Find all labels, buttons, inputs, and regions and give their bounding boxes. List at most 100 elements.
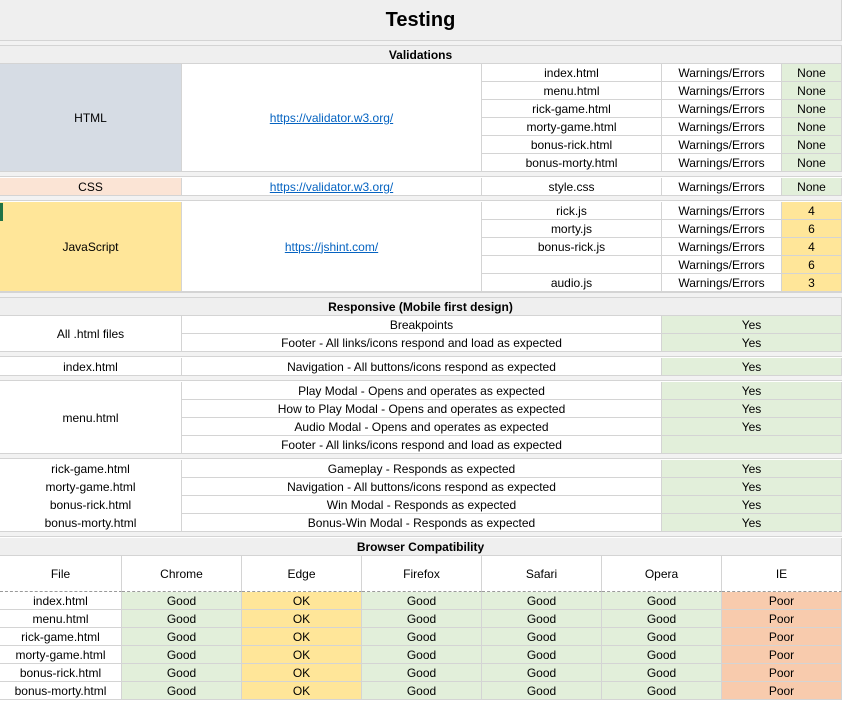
browser-result[interactable]: Poor (722, 646, 842, 664)
responsive-result[interactable]: Yes (662, 382, 842, 400)
browser-result[interactable]: Poor (722, 628, 842, 646)
responsive-test[interactable]: Gameplay - Responds as expected (182, 460, 662, 478)
browser-result[interactable]: Good (602, 646, 722, 664)
browser-result[interactable]: Good (602, 610, 722, 628)
validation-type[interactable]: Warnings/Errors (662, 202, 782, 220)
responsive-files[interactable]: index.html (0, 358, 182, 376)
browser-result[interactable]: Good (362, 610, 482, 628)
validations-header[interactable]: Validations (0, 46, 842, 64)
validator-link[interactable]: https://jshint.com/ (182, 202, 482, 292)
browser-result[interactable]: Good (482, 592, 602, 610)
responsive-test[interactable]: Bonus-Win Modal - Responds as expected (182, 514, 662, 532)
browser-result[interactable]: Good (602, 628, 722, 646)
browser-column-header[interactable]: File (0, 556, 122, 592)
responsive-test[interactable]: Play Modal - Opens and operates as expec… (182, 382, 662, 400)
responsive-test[interactable]: How to Play Modal - Opens and operates a… (182, 400, 662, 418)
responsive-result[interactable]: Yes (662, 316, 842, 334)
validation-group-label[interactable]: HTML (0, 64, 182, 172)
validation-type[interactable]: Warnings/Errors (662, 100, 782, 118)
validator-link[interactable]: https://validator.w3.org/ (182, 64, 482, 172)
responsive-test[interactable]: Win Modal - Responds as expected (182, 496, 662, 514)
browser-result[interactable]: OK (242, 592, 362, 610)
validation-file[interactable]: morty-game.html (482, 118, 662, 136)
responsive-result[interactable]: Yes (662, 418, 842, 436)
browser-result[interactable]: Good (362, 628, 482, 646)
browser-file[interactable]: bonus-morty.html (0, 682, 122, 700)
browser-file[interactable]: bonus-rick.html (0, 664, 122, 682)
responsive-test[interactable]: Audio Modal - Opens and operates as expe… (182, 418, 662, 436)
browser-result[interactable]: Good (482, 628, 602, 646)
responsive-result[interactable]: Yes (662, 478, 842, 496)
responsive-files[interactable]: All .html files (0, 316, 182, 352)
validator-link[interactable]: https://validator.w3.org/ (182, 178, 482, 196)
validation-result[interactable]: None (782, 136, 842, 154)
browser-result[interactable]: Good (362, 592, 482, 610)
browser-column-header[interactable]: Chrome (122, 556, 242, 592)
validation-file[interactable]: menu.html (482, 82, 662, 100)
browser-column-header[interactable]: Safari (482, 556, 602, 592)
validation-type[interactable]: Warnings/Errors (662, 82, 782, 100)
validation-type[interactable]: Warnings/Errors (662, 64, 782, 82)
responsive-result[interactable]: Yes (662, 400, 842, 418)
validation-file[interactable]: morty.js (482, 220, 662, 238)
browser-result[interactable]: Good (602, 592, 722, 610)
browser-result[interactable]: Good (482, 664, 602, 682)
browser-result[interactable]: OK (242, 610, 362, 628)
browser-result[interactable]: Good (122, 664, 242, 682)
browser-result[interactable]: Good (122, 610, 242, 628)
browser-header[interactable]: Browser Compatibility (0, 538, 842, 556)
browser-result[interactable]: Good (122, 592, 242, 610)
responsive-test[interactable]: Navigation - All buttons/icons respond a… (182, 478, 662, 496)
validation-result[interactable]: 4 (782, 238, 842, 256)
validation-group-label[interactable]: CSS (0, 178, 182, 196)
validation-file[interactable]: index.html (482, 64, 662, 82)
browser-result[interactable]: Poor (722, 592, 842, 610)
responsive-test[interactable]: Footer - All links/icons respond and loa… (182, 436, 662, 454)
validation-type[interactable]: Warnings/Errors (662, 238, 782, 256)
validation-type[interactable]: Warnings/Errors (662, 136, 782, 154)
browser-result[interactable]: Poor (722, 664, 842, 682)
validation-result[interactable]: None (782, 178, 842, 196)
validation-file[interactable]: bonus-rick.html (482, 136, 662, 154)
browser-result[interactable]: Poor (722, 682, 842, 700)
browser-result[interactable]: Good (122, 682, 242, 700)
browser-result[interactable]: OK (242, 682, 362, 700)
browser-result[interactable]: Good (122, 646, 242, 664)
validation-result[interactable]: None (782, 82, 842, 100)
browser-result[interactable]: OK (242, 664, 362, 682)
validation-result[interactable]: None (782, 64, 842, 82)
sheet-title[interactable]: Testing (0, 0, 842, 42)
validation-type[interactable]: Warnings/Errors (662, 220, 782, 238)
browser-result[interactable]: Good (482, 610, 602, 628)
browser-result[interactable]: OK (242, 628, 362, 646)
validation-file[interactable] (482, 256, 662, 274)
browser-file[interactable]: morty-game.html (0, 646, 122, 664)
responsive-test[interactable]: Footer - All links/icons respond and loa… (182, 334, 662, 352)
validation-file[interactable]: bonus-morty.html (482, 154, 662, 172)
validation-file[interactable]: audio.js (482, 274, 662, 292)
validation-type[interactable]: Warnings/Errors (662, 178, 782, 196)
responsive-result[interactable]: Yes (662, 334, 842, 352)
responsive-test[interactable]: Navigation - All buttons/icons respond a… (182, 358, 662, 376)
responsive-result[interactable]: Yes (662, 358, 842, 376)
validation-file[interactable]: style.css (482, 178, 662, 196)
browser-result[interactable]: Good (362, 664, 482, 682)
validation-result[interactable]: 6 (782, 256, 842, 274)
validation-file[interactable]: bonus-rick.js (482, 238, 662, 256)
browser-result[interactable]: Good (482, 646, 602, 664)
browser-result[interactable]: Good (362, 646, 482, 664)
browser-result[interactable]: OK (242, 646, 362, 664)
browser-result[interactable]: Poor (722, 610, 842, 628)
browser-file[interactable]: menu.html (0, 610, 122, 628)
browser-file[interactable]: rick-game.html (0, 628, 122, 646)
responsive-files[interactable]: menu.html (0, 382, 182, 454)
validation-result[interactable]: 3 (782, 274, 842, 292)
responsive-files[interactable]: rick-game.html morty-game.html bonus-rick.… (0, 460, 182, 532)
responsive-header[interactable]: Responsive (Mobile first design) (0, 298, 842, 316)
responsive-result[interactable]: Yes (662, 460, 842, 478)
browser-column-header[interactable]: Edge (242, 556, 362, 592)
responsive-result[interactable] (662, 436, 842, 454)
validation-type[interactable]: Warnings/Errors (662, 118, 782, 136)
browser-result[interactable]: Good (122, 628, 242, 646)
validation-type[interactable]: Warnings/Errors (662, 256, 782, 274)
